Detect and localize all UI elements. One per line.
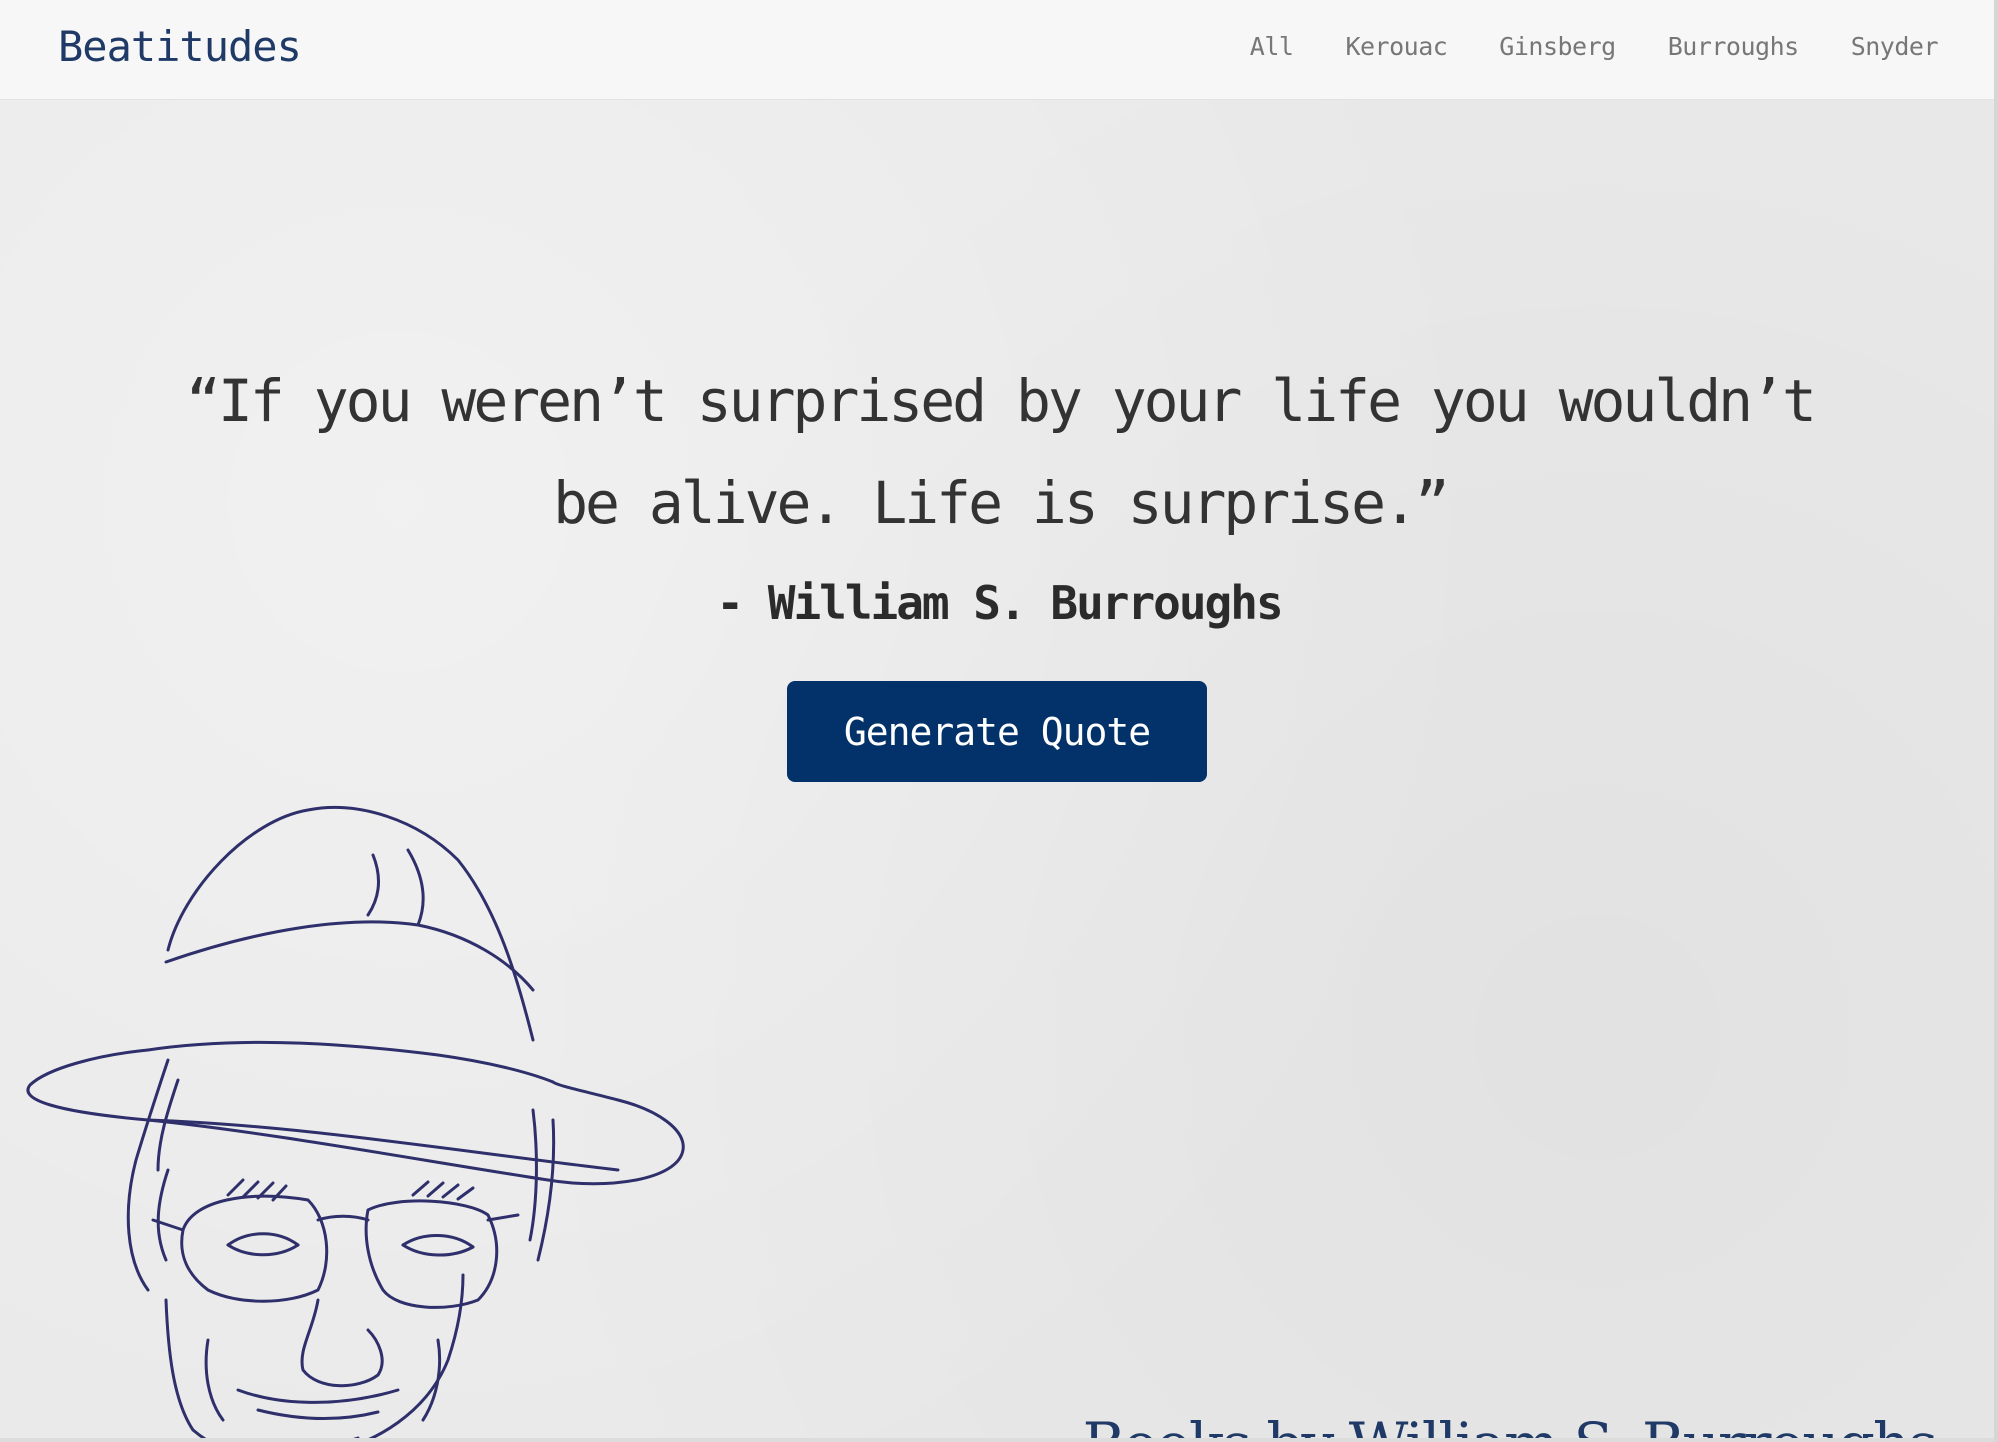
quote-text: “If you weren’t surprised by your life y… xyxy=(186,367,1817,537)
nav-link-snyder[interactable]: Snyder xyxy=(1851,32,1939,61)
nav-links: All Kerouac Ginsberg Burroughs Snyder xyxy=(1250,32,1939,61)
window-scroll-edge xyxy=(1994,0,1998,1442)
nav-link-ginsberg[interactable]: Ginsberg xyxy=(1499,32,1616,61)
brand-logo-link[interactable]: Beatitudes xyxy=(58,22,302,71)
navbar: Beatitudes All Kerouac Ginsberg Burrough… xyxy=(0,0,1998,100)
page-bottom-edge xyxy=(0,1438,1998,1442)
generate-quote-button[interactable]: Generate Quote xyxy=(787,681,1207,782)
burroughs-portrait-icon xyxy=(26,806,685,1442)
quote-author: - William S. Burroughs xyxy=(716,576,1283,630)
hero-section: “If you weren’t surprised by your life y… xyxy=(0,100,1998,1442)
nav-link-all[interactable]: All xyxy=(1250,32,1294,61)
nav-link-kerouac[interactable]: Kerouac xyxy=(1345,32,1447,61)
nav-link-burroughs[interactable]: Burroughs xyxy=(1668,32,1799,61)
